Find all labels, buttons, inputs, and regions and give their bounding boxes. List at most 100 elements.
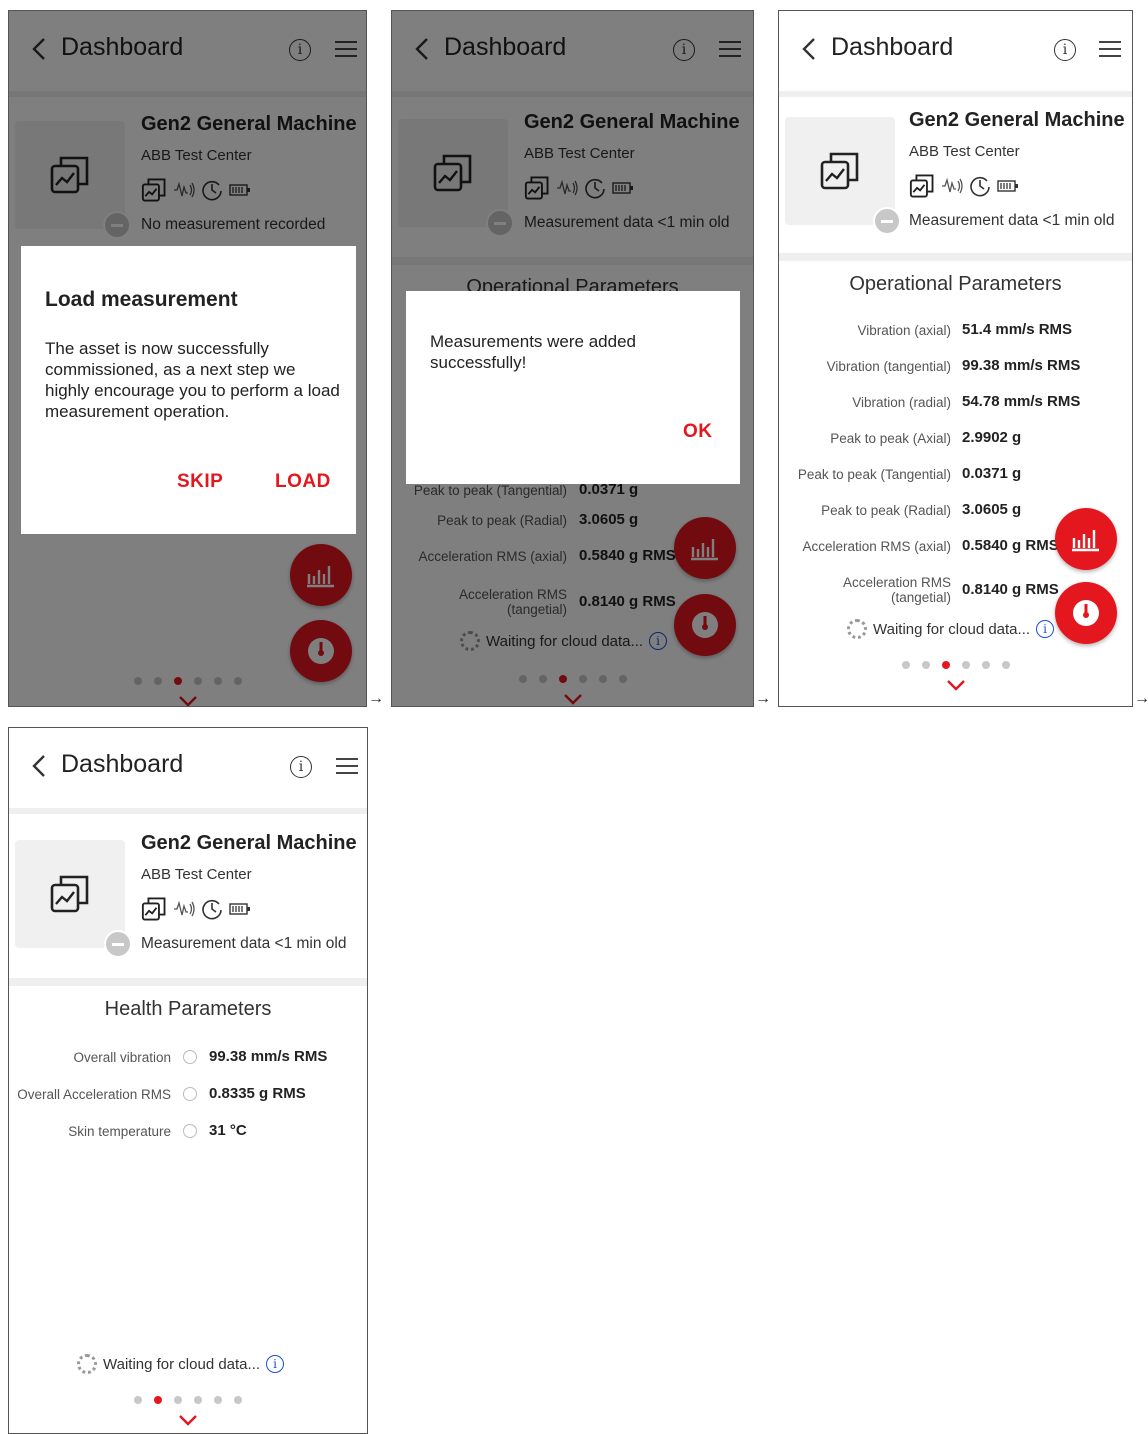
- back-button[interactable]: [25, 752, 53, 780]
- info-icon[interactable]: i: [266, 1355, 285, 1373]
- page-dot[interactable]: [901, 661, 910, 669]
- hamburger-menu-icon[interactable]: [336, 758, 358, 776]
- param-label: Acceleration RMS (axial): [802, 539, 951, 554]
- param-label: Peak to peak (Radial): [821, 503, 951, 518]
- health-indicator: [183, 1050, 197, 1064]
- param-value: 31 °C: [209, 1122, 247, 1139]
- param-row: Vibration (radial) 54.78 mm/s RMS: [779, 393, 1132, 423]
- page-dot-active[interactable]: [941, 661, 950, 669]
- loading-spinner-icon: [77, 1354, 97, 1374]
- asset-status-icons: [141, 896, 251, 922]
- cloud-status-text: Waiting for cloud data...: [103, 1355, 261, 1373]
- gauge-icon: [1073, 600, 1099, 626]
- cloud-status: Waiting for cloud data... i: [77, 1354, 285, 1374]
- vibration-icon: [174, 900, 195, 917]
- param-label: Peak to peak (Axial): [830, 431, 951, 446]
- cloud-status: Waiting for cloud data... i: [847, 619, 1055, 639]
- param-value: 0.5840 g RMS: [962, 537, 1059, 554]
- param-row: Peak to peak (Tangential) 0.0371 g: [779, 465, 1132, 495]
- param-value: 0.8140 g RMS: [962, 581, 1059, 598]
- screen-operational-parameters: Dashboard i Gen2 General Machine ABB Tes…: [778, 10, 1133, 707]
- status-indicator: [104, 930, 132, 958]
- health-indicator: [183, 1124, 197, 1138]
- page-dot[interactable]: [174, 1396, 182, 1404]
- measurement-status: Measurement data <1 min old: [141, 935, 347, 952]
- page-dot[interactable]: [981, 661, 990, 669]
- asset-name: Gen2 General Machine: [909, 109, 1125, 131]
- page-dot[interactable]: [194, 1396, 202, 1404]
- status-indicator: [873, 207, 901, 235]
- page-dot[interactable]: [234, 1396, 242, 1404]
- load-button[interactable]: LOAD: [275, 471, 331, 493]
- asset-trend-icon: [141, 897, 166, 921]
- loading-spinner-icon: [847, 619, 867, 639]
- page-dot-active[interactable]: [154, 1396, 162, 1404]
- asset-trend-icon: [50, 875, 89, 913]
- battery-icon: [229, 903, 250, 915]
- page-dot[interactable]: [1001, 661, 1010, 669]
- param-value: 0.0371 g: [962, 465, 1022, 482]
- asset-site: ABB Test Center: [909, 143, 1020, 160]
- param-value: 99.38 mm/s RMS: [209, 1048, 328, 1065]
- param-value: 99.38 mm/s RMS: [962, 357, 1081, 374]
- page-dot[interactable]: [214, 1396, 222, 1404]
- measurement-status: Measurement data <1 min old: [909, 212, 1115, 229]
- page-title: Dashboard: [831, 33, 954, 61]
- skip-button[interactable]: SKIP: [177, 471, 223, 493]
- health-indicator: [183, 1087, 197, 1101]
- asset-site: ABB Test Center: [141, 866, 252, 883]
- trends-fab[interactable]: [1055, 508, 1117, 570]
- param-label: Skin temperature: [68, 1124, 171, 1139]
- param-row: Peak to peak (Axial) 2.9902 g: [779, 429, 1132, 459]
- param-label: Acceleration RMS (tangetial): [842, 575, 951, 605]
- page-title: Dashboard: [61, 750, 184, 778]
- chevron-down-icon[interactable]: [178, 1414, 198, 1426]
- param-value: 54.78 mm/s RMS: [962, 393, 1081, 410]
- info-icon[interactable]: i: [290, 756, 312, 778]
- page-dot[interactable]: [961, 661, 970, 669]
- screen-load-measurement: Dashboard i Gen2 General Machine ABB Tes…: [8, 10, 367, 707]
- asset-image: [15, 840, 125, 948]
- back-chevron-icon: [32, 755, 45, 777]
- param-label: Vibration (axial): [857, 323, 951, 338]
- vibration-icon: [942, 177, 963, 194]
- info-icon[interactable]: i: [1036, 620, 1055, 638]
- back-button[interactable]: [795, 35, 823, 63]
- dialog-title: Load measurement: [45, 288, 238, 311]
- param-label: Vibration (tangential): [826, 359, 951, 374]
- flow-arrow: →: [368, 690, 384, 707]
- battery-icon: [997, 180, 1018, 192]
- param-row: Vibration (axial) 51.4 mm/s RMS: [779, 321, 1132, 351]
- param-row: Skin temperature 31 °C: [9, 1122, 367, 1152]
- cloud-status-text: Waiting for cloud data...: [873, 620, 1031, 638]
- ok-button[interactable]: OK: [683, 421, 713, 443]
- flow-arrow: →: [1134, 690, 1148, 707]
- clock-icon: [970, 176, 990, 197]
- page-indicator: [779, 661, 1132, 669]
- hamburger-menu-icon[interactable]: [1099, 41, 1121, 59]
- divider: [779, 91, 1132, 97]
- divider: [9, 978, 367, 986]
- flow-arrow: →: [755, 690, 771, 707]
- param-label: Overall Acceleration RMS: [17, 1087, 171, 1102]
- page-dot[interactable]: [134, 1396, 142, 1404]
- section-title: Health Parameters: [104, 998, 272, 1020]
- dialog-message: The asset is now successfully commission…: [45, 339, 340, 421]
- param-row: Overall vibration 99.38 mm/s RMS: [9, 1048, 367, 1078]
- measure-fab[interactable]: [1055, 582, 1117, 644]
- screen-health-parameters: Dashboard i Gen2 General Machine ABB Tes…: [8, 727, 368, 1434]
- load-measurement-dialog: Load measurement The asset is now succes…: [21, 246, 356, 534]
- asset-trend-icon: [820, 152, 859, 190]
- chevron-down-icon[interactable]: [946, 679, 966, 691]
- param-label: Vibration (radial): [852, 395, 951, 410]
- info-icon[interactable]: i: [1054, 39, 1076, 61]
- page-dot[interactable]: [921, 661, 930, 669]
- back-chevron-icon: [802, 38, 815, 60]
- param-label: Peak to peak (Tangential): [797, 467, 951, 482]
- asset-name: Gen2 General Machine: [141, 832, 357, 854]
- dialog-message: Measurements were added successfully!: [430, 332, 637, 372]
- divider: [779, 253, 1132, 261]
- success-dialog: Measurements were added successfully! OK: [406, 291, 740, 484]
- param-value: 0.8335 g RMS: [209, 1085, 306, 1102]
- param-value: 3.0605 g: [962, 501, 1022, 518]
